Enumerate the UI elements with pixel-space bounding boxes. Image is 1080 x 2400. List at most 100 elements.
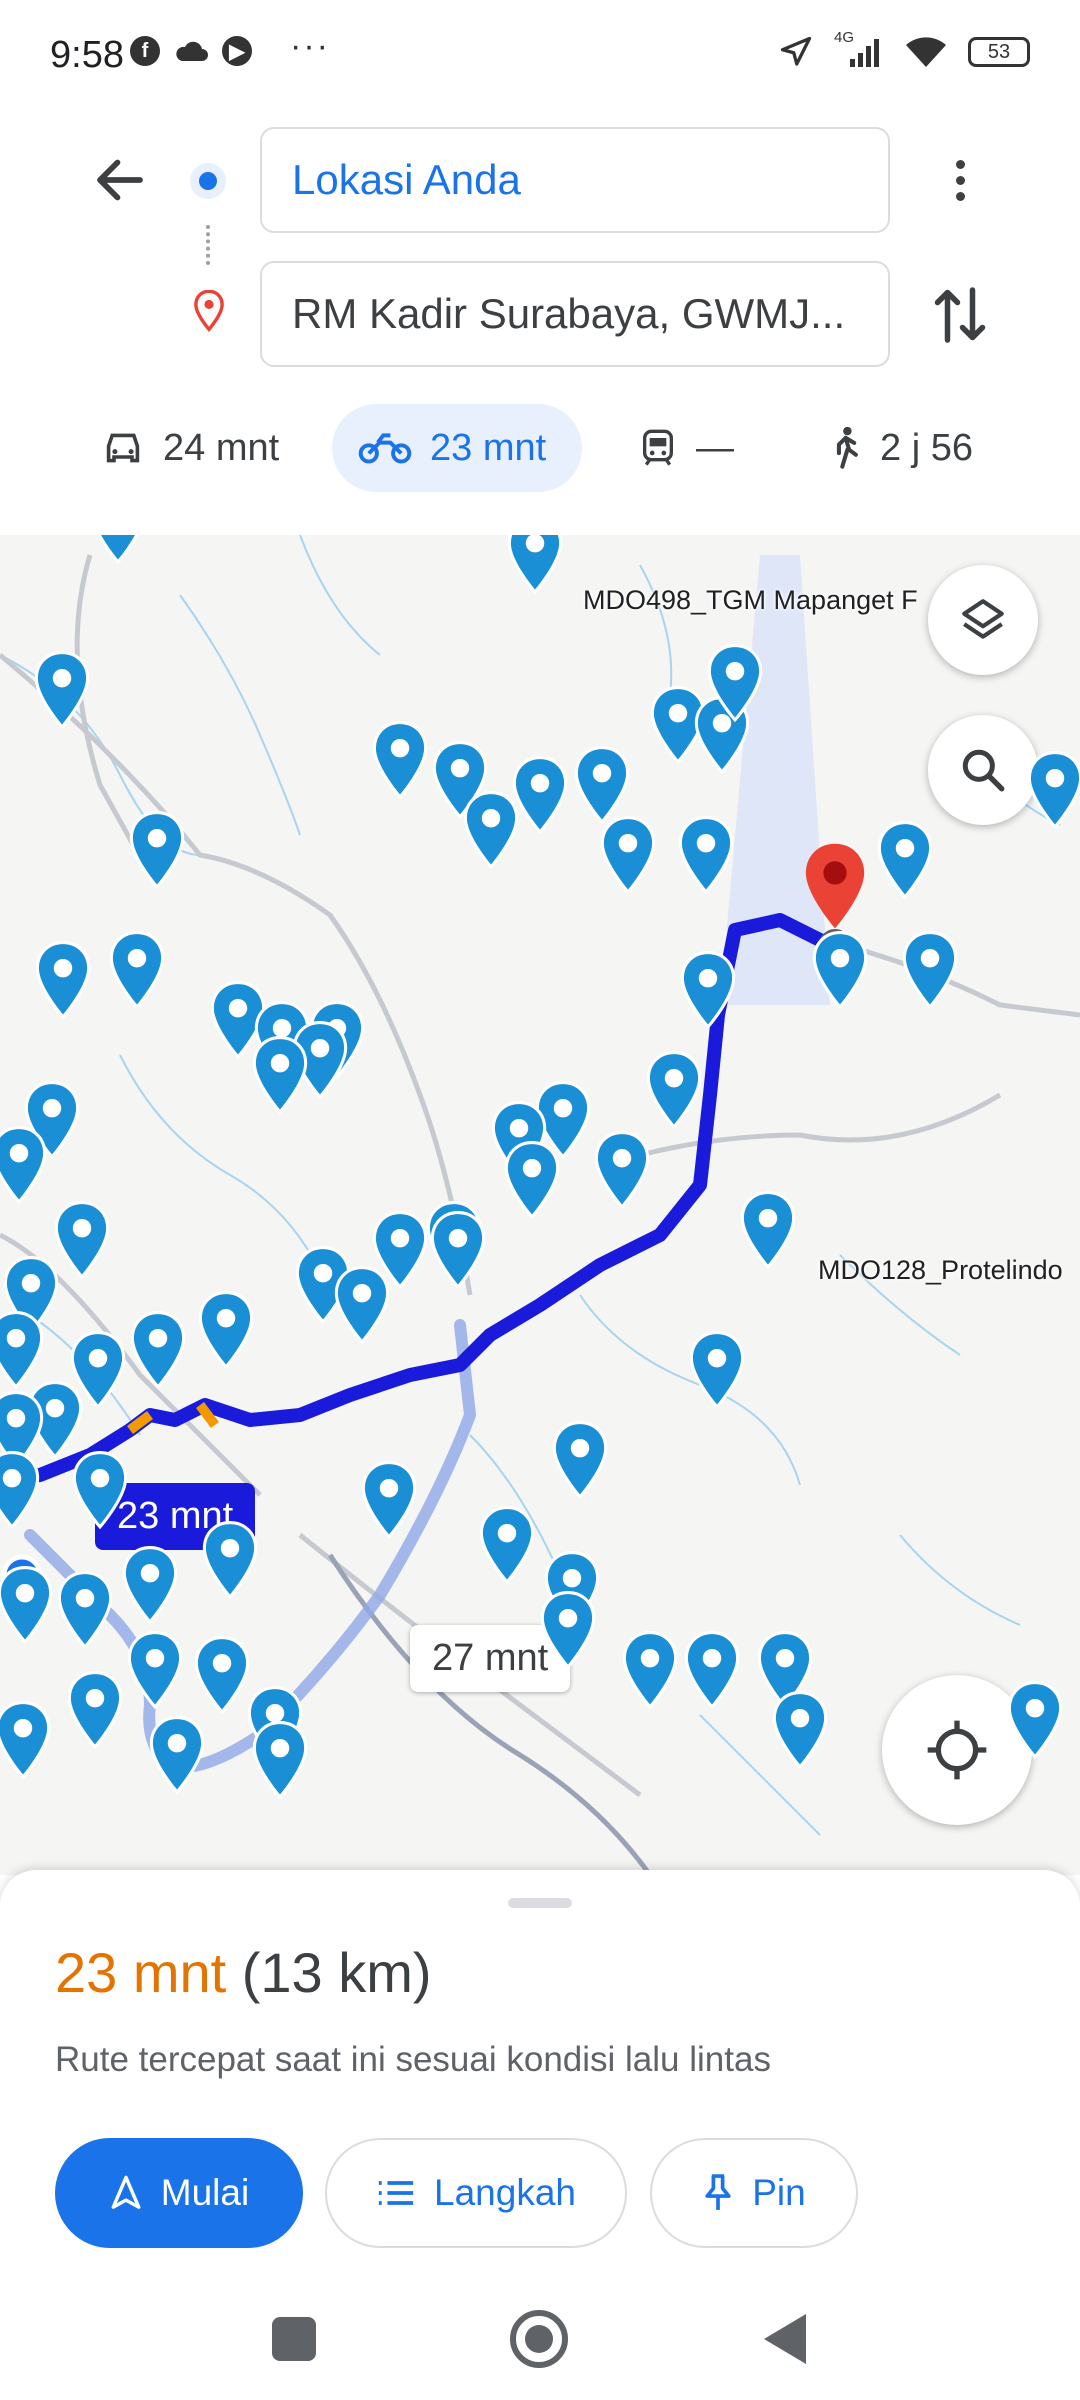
steps-label: Langkah [434,2172,576,2213]
route-duration: 23 mnt [55,1941,227,2004]
place-marker-icon[interactable] [509,755,571,837]
pin-label: Pin [752,2172,806,2213]
walk-icon [836,426,858,469]
battery-level: 53 [987,40,1011,63]
route-summary: 23 mnt (13 km) [55,1940,432,2005]
place-marker-icon[interactable] [31,650,93,732]
signal-icon: 4G [834,29,884,69]
place-marker-icon[interactable] [704,643,766,725]
tab-transit-label: — [696,426,734,469]
recent-apps-button[interactable] [272,2317,316,2361]
place-marker-icon[interactable] [591,1130,653,1212]
wifi-icon [906,37,946,67]
place-marker-icon[interactable] [619,1630,681,1712]
place-marker-icon[interactable] [427,1210,489,1292]
status-system-icons: 4G 53 [778,29,1030,70]
tab-motorcycle[interactable]: 23 mnt [332,404,582,492]
start-navigation-button[interactable]: Mulai [55,2138,303,2248]
place-marker-icon[interactable] [32,940,94,1022]
layers-icon [962,599,1004,639]
route-details-sheet[interactable]: 23 mnt (13 km) Rute tercepat saat ini se… [0,1870,1080,2320]
tab-walking[interactable]: 2 j 56 [800,404,999,492]
location-arrow-icon [780,36,812,66]
back-arrow-icon[interactable] [90,150,150,210]
search-along-route-button[interactable] [928,715,1038,825]
car-icon [106,433,140,463]
more-notifications-icon: ··· [290,26,330,65]
place-marker-icon[interactable] [549,1420,611,1502]
place-marker-icon[interactable] [675,815,737,897]
steps-button[interactable]: Langkah [325,2138,627,2248]
list-icon [378,2181,414,2205]
place-marker-icon[interactable] [681,1630,743,1712]
place-marker-icon[interactable] [0,1450,43,1532]
train-icon [643,429,673,466]
more-options-icon[interactable] [940,150,980,210]
route-distance: (13 km) [241,1941,432,2004]
battery-icon: 53 [968,37,1030,67]
place-marker-icon[interactable] [106,930,168,1012]
swap-directions-icon[interactable] [930,280,990,350]
back-button[interactable] [762,2312,808,2366]
sheet-drag-handle[interactable] [508,1898,572,1908]
place-marker-icon[interactable] [331,1265,393,1347]
place-marker-icon[interactable] [769,1690,831,1772]
place-marker-icon[interactable] [195,1290,257,1372]
system-navigation-bar [0,2280,1080,2400]
place-marker-icon[interactable] [199,1520,261,1602]
place-marker-icon[interactable] [899,930,961,1012]
place-marker-icon[interactable] [369,720,431,802]
map-label-tgm[interactable]: MDO498_TGM Mapanget F [583,585,918,616]
place-marker-icon[interactable] [126,810,188,892]
map-label-protelindo[interactable]: MDO128_Protelindo [818,1255,1063,1286]
place-marker-icon[interactable] [146,1715,208,1797]
tab-transit[interactable]: — [612,404,760,492]
tab-walking-label: 2 j 56 [880,426,973,469]
cloud-icon [176,41,208,61]
place-marker-icon[interactable] [874,820,936,902]
place-marker-icon[interactable] [1004,1680,1066,1762]
place-marker-icon[interactable] [597,815,659,897]
map-view[interactable]: MDO498_TGM Mapanget F MDO128_Protelindo … [0,535,1080,1875]
status-notification-icons: f ▶ ··· [130,27,330,66]
place-marker-icon[interactable] [69,1450,131,1532]
place-marker-icon[interactable] [87,535,149,567]
place-marker-icon[interactable] [127,1310,189,1392]
place-marker-icon[interactable] [249,1035,311,1117]
place-marker-icon[interactable] [249,1720,311,1802]
start-label: Mulai [160,2172,250,2213]
destination-input[interactable]: RM Kadir Surabaya, GWMJ... [260,261,890,367]
navigation-arrow-icon [111,2175,141,2209]
search-icon [962,749,1005,792]
layers-button[interactable] [928,565,1038,675]
place-marker-icon[interactable] [737,1190,799,1272]
place-marker-icon[interactable] [476,1505,538,1587]
status-bar: 9:58 f ▶ ··· 4G 53 [0,0,1080,110]
place-marker-icon[interactable] [1024,750,1080,832]
place-marker-icon[interactable] [537,1590,599,1672]
destination-marker-icon[interactable] [800,840,870,935]
origin-input[interactable]: Lokasi Anda [260,127,890,233]
place-marker-icon[interactable] [64,1670,126,1752]
place-marker-icon[interactable] [358,1460,420,1542]
place-marker-icon[interactable] [119,1545,181,1627]
pushpin-icon [705,2174,731,2210]
place-marker-icon[interactable] [0,1125,50,1207]
place-marker-icon[interactable] [54,1570,116,1652]
tab-driving[interactable]: 24 mnt [75,404,305,492]
place-marker-icon[interactable] [124,1630,186,1712]
place-marker-icon[interactable] [504,535,566,597]
place-marker-icon[interactable] [809,930,871,1012]
tab-motorcycle-label: 23 mnt [430,426,547,469]
home-button[interactable] [510,2310,568,2368]
place-marker-icon[interactable] [677,950,739,1032]
place-marker-icon[interactable] [501,1140,563,1222]
place-marker-icon[interactable] [686,1330,748,1412]
place-marker-icon[interactable] [0,1700,54,1782]
crosshair-icon [927,1720,987,1780]
place-marker-icon[interactable] [0,1565,56,1647]
pin-button[interactable]: Pin [650,2138,858,2248]
place-marker-icon[interactable] [643,1050,705,1132]
tab-driving-label: 24 mnt [163,426,280,469]
route-connector [206,225,214,265]
